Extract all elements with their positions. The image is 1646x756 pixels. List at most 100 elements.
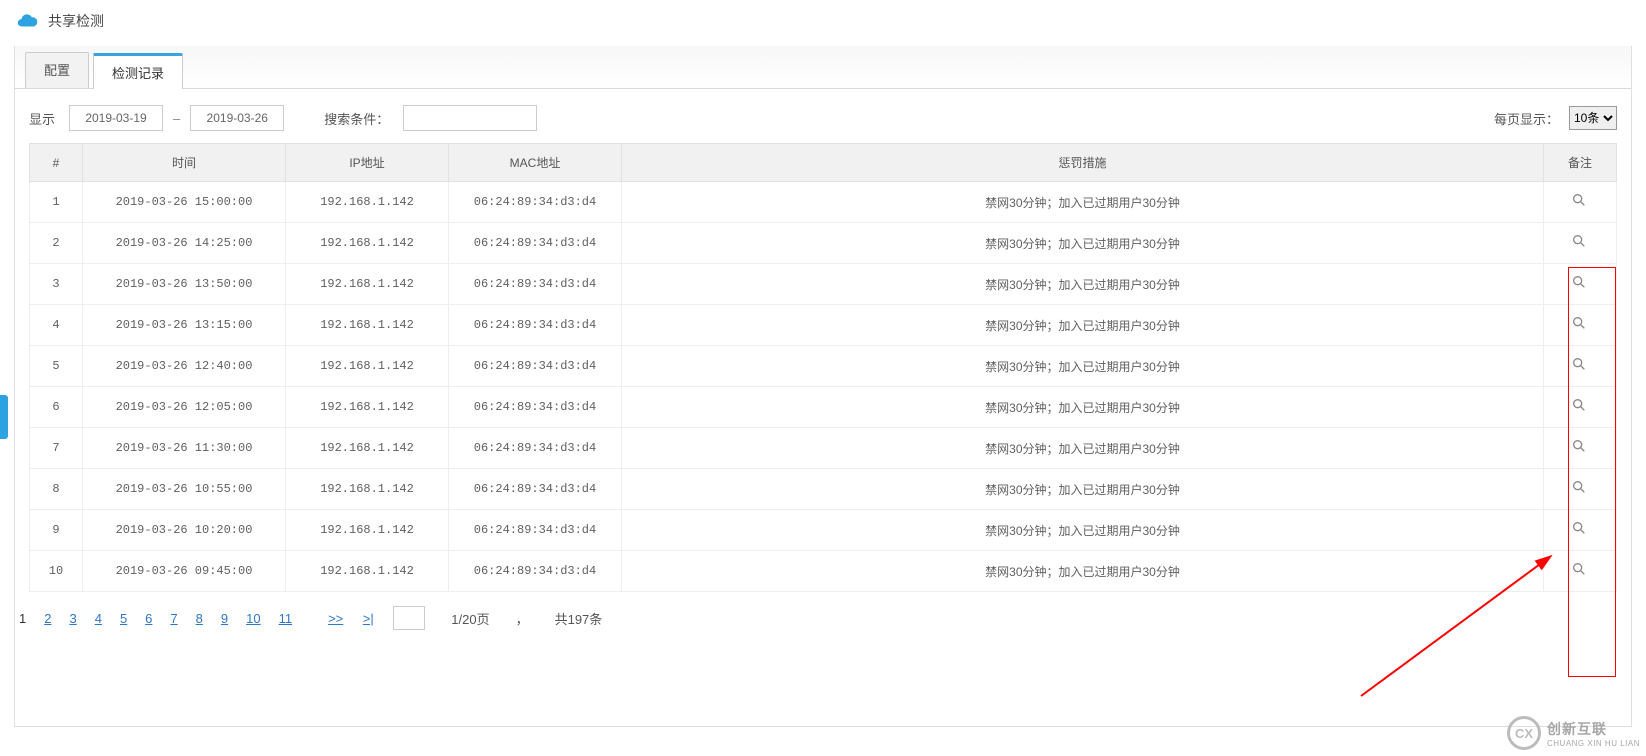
search-input[interactable]	[403, 105, 537, 131]
pager-pages-info: 1/20页	[451, 609, 489, 628]
table-row: 22019-03-26 14:25:00192.168.1.14206:24:8…	[30, 223, 1617, 264]
th-index: #	[30, 144, 83, 182]
cell-time: 2019-03-26 10:55:00	[83, 469, 286, 510]
date-separator: –	[173, 111, 180, 126]
magnify-icon[interactable]	[1571, 397, 1589, 415]
magnify-icon[interactable]	[1571, 233, 1589, 251]
side-expand-tab[interactable]	[0, 395, 8, 439]
cell-ip: 192.168.1.142	[286, 182, 449, 223]
th-ip: IP地址	[286, 144, 449, 182]
magnify-icon[interactable]	[1571, 561, 1589, 579]
magnify-icon[interactable]	[1571, 274, 1589, 292]
main-panel: 配置 检测记录 显示 – 搜索条件： 每页显示： 10条 # 时间 I	[14, 46, 1632, 727]
pager-sep: ，	[516, 609, 529, 628]
date-to-input[interactable]	[190, 105, 284, 131]
cell-time: 2019-03-26 15:00:00	[83, 182, 286, 223]
pager-current: 1	[19, 611, 26, 626]
cell-punish: 禁网30分钟；加入已过期用户30分钟	[622, 387, 1544, 428]
table-row: 62019-03-26 12:05:00192.168.1.14206:24:8…	[30, 387, 1617, 428]
magnify-icon[interactable]	[1571, 315, 1589, 333]
cell-time: 2019-03-26 12:05:00	[83, 387, 286, 428]
cell-time: 2019-03-26 14:25:00	[83, 223, 286, 264]
pager-page-link[interactable]: 3	[69, 611, 76, 626]
cell-ip: 192.168.1.142	[286, 223, 449, 264]
pager-page-link[interactable]: 7	[170, 611, 177, 626]
show-label: 显示	[29, 109, 55, 128]
pager-page-link[interactable]: 4	[95, 611, 102, 626]
cell-punish: 禁网30分钟；加入已过期用户30分钟	[622, 346, 1544, 387]
th-note: 备注	[1544, 144, 1617, 182]
search-label: 搜索条件：	[324, 109, 389, 128]
cell-note	[1544, 264, 1617, 305]
cell-punish: 禁网30分钟；加入已过期用户30分钟	[622, 469, 1544, 510]
cell-time: 2019-03-26 11:30:00	[83, 428, 286, 469]
cell-note	[1544, 387, 1617, 428]
cell-ip: 192.168.1.142	[286, 305, 449, 346]
cell-note	[1544, 551, 1617, 592]
per-page-label: 每页显示：	[1494, 109, 1559, 128]
tabs: 配置 检测记录	[15, 46, 1631, 89]
tab-records[interactable]: 检测记录	[93, 53, 183, 89]
table-row: 92019-03-26 10:20:00192.168.1.14206:24:8…	[30, 510, 1617, 551]
cell-time: 2019-03-26 12:40:00	[83, 346, 286, 387]
table-row: 52019-03-26 12:40:00192.168.1.14206:24:8…	[30, 346, 1617, 387]
table-row: 42019-03-26 13:15:00192.168.1.14206:24:8…	[30, 305, 1617, 346]
th-time: 时间	[83, 144, 286, 182]
cell-mac: 06:24:89:34:d3:d4	[449, 305, 622, 346]
tab-config[interactable]: 配置	[25, 52, 89, 88]
th-punish: 惩罚措施	[622, 144, 1544, 182]
cell-punish: 禁网30分钟；加入已过期用户30分钟	[622, 223, 1544, 264]
cell-punish: 禁网30分钟；加入已过期用户30分钟	[622, 428, 1544, 469]
per-page-select[interactable]: 10条	[1569, 106, 1617, 130]
pager-page-link[interactable]: 8	[196, 611, 203, 626]
cell-mac: 06:24:89:34:d3:d4	[449, 223, 622, 264]
th-mac: MAC地址	[449, 144, 622, 182]
pager-page-link[interactable]: 5	[120, 611, 127, 626]
table-row: 102019-03-26 09:45:00192.168.1.14206:24:…	[30, 551, 1617, 592]
cell-index: 3	[30, 264, 83, 305]
cell-mac: 06:24:89:34:d3:d4	[449, 428, 622, 469]
pager-page-link[interactable]: 2	[44, 611, 51, 626]
table-row: 32019-03-26 13:50:00192.168.1.14206:24:8…	[30, 264, 1617, 305]
magnify-icon[interactable]	[1571, 438, 1589, 456]
magnify-icon[interactable]	[1571, 479, 1589, 497]
cell-index: 6	[30, 387, 83, 428]
cell-index: 1	[30, 182, 83, 223]
cell-mac: 06:24:89:34:d3:d4	[449, 387, 622, 428]
cell-punish: 禁网30分钟；加入已过期用户30分钟	[622, 551, 1544, 592]
cell-index: 4	[30, 305, 83, 346]
cell-time: 2019-03-26 13:15:00	[83, 305, 286, 346]
cell-note	[1544, 469, 1617, 510]
cell-ip: 192.168.1.142	[286, 510, 449, 551]
pager-page-link[interactable]: 10	[246, 611, 260, 626]
cell-mac: 06:24:89:34:d3:d4	[449, 469, 622, 510]
cell-index: 10	[30, 551, 83, 592]
cloud-icon	[16, 10, 38, 32]
cell-note	[1544, 182, 1617, 223]
pager-page-link[interactable]: 6	[145, 611, 152, 626]
pager-goto-input[interactable]	[393, 606, 425, 630]
cell-punish: 禁网30分钟；加入已过期用户30分钟	[622, 182, 1544, 223]
cell-note	[1544, 428, 1617, 469]
cell-note	[1544, 346, 1617, 387]
magnify-icon[interactable]	[1571, 520, 1589, 538]
cell-index: 8	[30, 469, 83, 510]
cell-punish: 禁网30分钟；加入已过期用户30分钟	[622, 264, 1544, 305]
cell-ip: 192.168.1.142	[286, 428, 449, 469]
cell-ip: 192.168.1.142	[286, 346, 449, 387]
cell-time: 2019-03-26 09:45:00	[83, 551, 286, 592]
pager-last[interactable]: >|	[361, 611, 375, 626]
pager-page-link[interactable]: 9	[221, 611, 228, 626]
cell-index: 9	[30, 510, 83, 551]
cell-note	[1544, 305, 1617, 346]
cell-punish: 禁网30分钟；加入已过期用户30分钟	[622, 305, 1544, 346]
pager-page-link[interactable]: 11	[279, 611, 293, 626]
date-from-input[interactable]	[69, 105, 163, 131]
magnify-icon[interactable]	[1571, 356, 1589, 374]
pager-next[interactable]: >>	[328, 611, 343, 626]
cell-time: 2019-03-26 10:20:00	[83, 510, 286, 551]
cell-ip: 192.168.1.142	[286, 469, 449, 510]
page-title: 共享检测	[48, 11, 104, 31]
pager: 1 234567891011 >> >| 1/20页 ， 共197条	[15, 592, 1631, 630]
magnify-icon[interactable]	[1571, 192, 1589, 210]
